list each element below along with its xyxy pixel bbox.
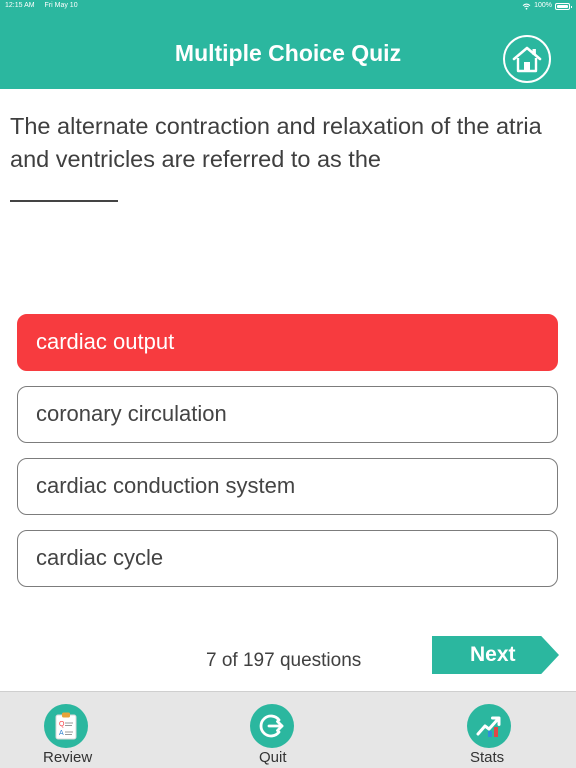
tab-quit-label: Quit	[259, 749, 287, 766]
review-clipboard-icon: Q A	[44, 704, 88, 748]
next-button[interactable]: Next	[432, 636, 559, 674]
home-button[interactable]	[503, 35, 551, 83]
tab-stats[interactable]: Stats	[430, 692, 560, 768]
quit-exit-icon	[250, 704, 294, 748]
answer-option-1[interactable]: cardiac output	[17, 314, 558, 371]
answer-option-2[interactable]: coronary circulation	[17, 386, 558, 443]
status-date: Fri May 10	[44, 2, 78, 9]
status-left: 12:15 AM Fri May 10	[5, 0, 86, 12]
nav-bar: Multiple Choice Quiz	[0, 12, 576, 89]
tab-stats-label: Stats	[470, 749, 505, 766]
tab-review[interactable]: Q A Review	[0, 692, 132, 768]
svg-text:A: A	[59, 730, 64, 737]
tab-review-label: Review	[43, 749, 93, 766]
battery-icon	[555, 3, 572, 10]
home-icon	[512, 46, 542, 73]
answer-option-3[interactable]: cardiac conduction system	[17, 458, 558, 515]
battery-percent: 100%	[534, 2, 552, 9]
question-progress: 7 of 197 questions	[206, 650, 362, 671]
question-text: The alternate contraction and relaxation…	[10, 113, 542, 172]
status-bar: 12:15 AM Fri May 10 100%	[0, 0, 576, 12]
status-time: 12:15 AM	[5, 2, 35, 9]
answer-option-4[interactable]: cardiac cycle	[17, 530, 558, 587]
status-right: 100%	[522, 0, 572, 12]
tab-bar: Q A Review Quit Stats	[0, 691, 576, 768]
tab-quit[interactable]: Quit	[216, 692, 328, 768]
wifi-icon	[522, 3, 531, 10]
svg-text:Q: Q	[59, 721, 65, 728]
stats-chart-icon	[467, 704, 511, 748]
answer-blank-line	[10, 200, 118, 202]
page-title: Multiple Choice Quiz	[174, 40, 402, 66]
